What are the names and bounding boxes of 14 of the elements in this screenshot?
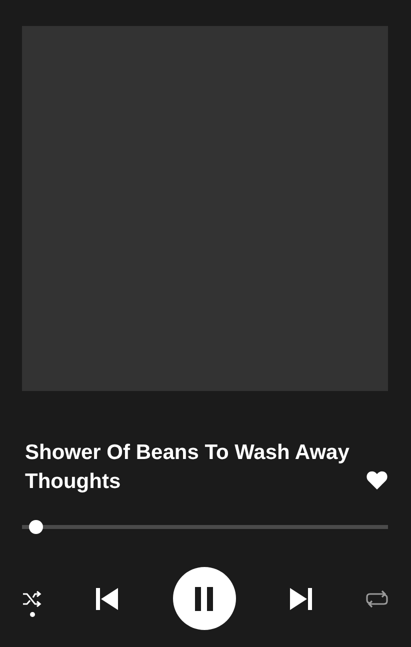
previous-button[interactable]: [95, 586, 120, 610]
track-title: Shower Of Beans To Wash Away Thoughts: [25, 440, 350, 495]
shuffle-active-dot: [30, 612, 34, 616]
repeat-button[interactable]: [366, 590, 388, 608]
like-button[interactable]: [366, 470, 388, 490]
skip-forward-icon: [288, 586, 313, 610]
progress-thumb[interactable]: [29, 520, 44, 534]
skip-back-icon: [95, 586, 120, 610]
heart-icon: [366, 470, 388, 490]
shuffle-button[interactable]: [22, 590, 42, 616]
next-button[interactable]: [288, 586, 313, 610]
shuffle-icon: [22, 590, 42, 608]
repeat-icon: [366, 590, 388, 608]
pause-icon: [193, 586, 215, 610]
